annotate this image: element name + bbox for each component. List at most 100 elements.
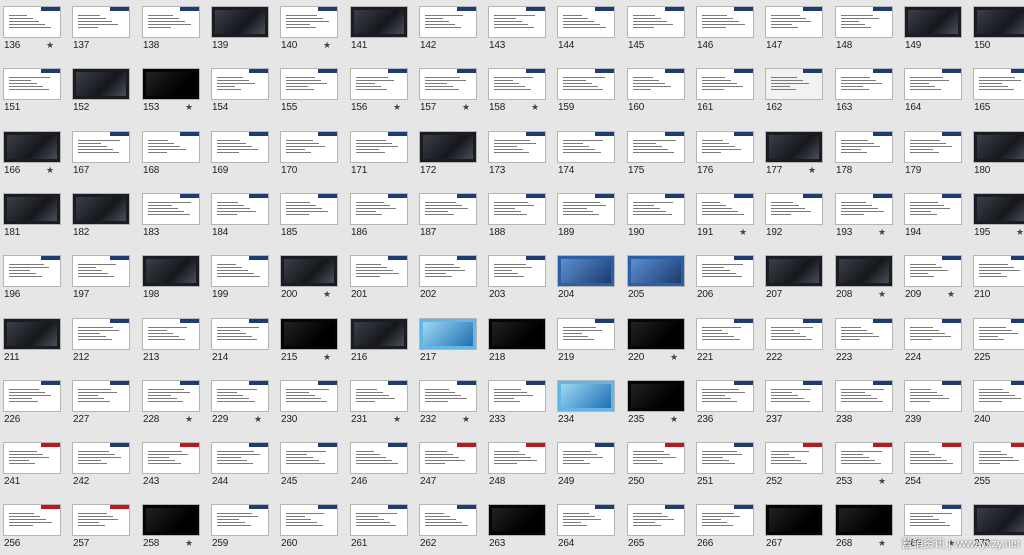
slide-preview[interactable]	[904, 318, 962, 350]
slide-thumbnail[interactable]: 137	[69, 0, 138, 57]
slide-thumbnail[interactable]: 233	[485, 374, 554, 431]
slide-preview[interactable]	[696, 131, 754, 163]
slide-preview[interactable]	[835, 6, 893, 38]
slide-preview[interactable]	[627, 380, 685, 412]
slide-preview[interactable]	[627, 131, 685, 163]
slide-preview[interactable]	[142, 6, 200, 38]
slide-thumbnail[interactable]: 149	[901, 0, 970, 57]
slide-preview[interactable]	[72, 380, 130, 412]
slide-thumbnail[interactable]: 266	[693, 498, 762, 555]
slide-thumbnail[interactable]: 186	[347, 187, 416, 244]
slide-thumbnail[interactable]: 261	[347, 498, 416, 555]
slide-preview[interactable]	[72, 255, 130, 287]
slide-thumbnail[interactable]: 238	[832, 374, 901, 431]
slide-thumbnail[interactable]: 252	[762, 436, 831, 493]
slide-preview[interactable]	[419, 255, 477, 287]
slide-preview[interactable]	[557, 504, 615, 536]
slide-thumbnail[interactable]: 177 ★	[762, 125, 831, 182]
slide-preview[interactable]	[3, 255, 61, 287]
slide-preview[interactable]	[973, 131, 1024, 163]
slide-preview[interactable]	[142, 131, 200, 163]
slide-thumbnail[interactable]: 241	[0, 436, 69, 493]
slide-thumbnail[interactable]: 150	[970, 0, 1024, 57]
slide-preview[interactable]	[696, 193, 754, 225]
slide-thumbnail[interactable]: 202	[416, 249, 485, 306]
slide-preview[interactable]	[488, 442, 546, 474]
slide-preview[interactable]	[557, 68, 615, 100]
slide-thumbnail[interactable]: 234	[554, 374, 623, 431]
slide-thumbnail[interactable]: 212	[69, 312, 138, 369]
slide-preview[interactable]	[488, 380, 546, 412]
slide-thumbnail[interactable]: 246	[347, 436, 416, 493]
slide-preview[interactable]	[350, 193, 408, 225]
slide-thumbnail[interactable]: 185	[277, 187, 346, 244]
slide-preview[interactable]	[557, 193, 615, 225]
slide-thumbnail[interactable]: 165	[970, 62, 1024, 119]
slide-thumbnail[interactable]: 247	[416, 436, 485, 493]
slide-preview[interactable]	[765, 6, 823, 38]
slide-preview[interactable]	[350, 68, 408, 100]
slide-preview[interactable]	[211, 504, 269, 536]
slide-thumbnail[interactable]: 144	[554, 0, 623, 57]
slide-thumbnail[interactable]: 249	[554, 436, 623, 493]
slide-preview[interactable]	[835, 318, 893, 350]
slide-preview[interactable]	[72, 68, 130, 100]
slide-preview[interactable]	[696, 255, 754, 287]
slide-preview[interactable]	[627, 6, 685, 38]
slide-thumbnail[interactable]: 142	[416, 0, 485, 57]
slide-thumbnail[interactable]: 237	[762, 374, 831, 431]
slide-thumbnail[interactable]: 176	[693, 125, 762, 182]
slide-thumbnail[interactable]: 188	[485, 187, 554, 244]
slide-thumbnail[interactable]: 162	[762, 62, 831, 119]
slide-thumbnail[interactable]: 226	[0, 374, 69, 431]
slide-thumbnail[interactable]: 160	[624, 62, 693, 119]
slide-preview[interactable]	[280, 193, 338, 225]
slide-preview[interactable]	[280, 504, 338, 536]
slide-thumbnail[interactable]: 193 ★	[832, 187, 901, 244]
slide-thumbnail[interactable]: 154	[208, 62, 277, 119]
slide-preview[interactable]	[973, 504, 1024, 536]
slide-preview[interactable]	[350, 442, 408, 474]
slide-preview[interactable]	[350, 504, 408, 536]
slide-thumbnail[interactable]: 209 ★	[901, 249, 970, 306]
slide-thumbnail[interactable]: 171	[347, 125, 416, 182]
slide-preview[interactable]	[765, 193, 823, 225]
slide-thumbnail[interactable]: 221	[693, 312, 762, 369]
slide-preview[interactable]	[419, 504, 477, 536]
slide-thumbnail[interactable]: 268 ★	[832, 498, 901, 555]
slide-preview[interactable]	[904, 68, 962, 100]
slide-thumbnail[interactable]: 179	[901, 125, 970, 182]
slide-preview[interactable]	[973, 6, 1024, 38]
slide-preview[interactable]	[765, 318, 823, 350]
slide-thumbnail[interactable]: 147	[762, 0, 831, 57]
slide-preview[interactable]	[696, 68, 754, 100]
slide-thumbnail[interactable]: 257	[69, 498, 138, 555]
slide-preview[interactable]	[973, 318, 1024, 350]
slide-thumbnail[interactable]: 196	[0, 249, 69, 306]
slide-preview[interactable]	[211, 255, 269, 287]
slide-thumbnail[interactable]: 231 ★	[347, 374, 416, 431]
slide-preview[interactable]	[904, 6, 962, 38]
slide-thumbnail[interactable]: 190	[624, 187, 693, 244]
slide-thumbnail[interactable]: 152	[69, 62, 138, 119]
slide-thumbnail[interactable]: 199	[208, 249, 277, 306]
slide-preview[interactable]	[419, 68, 477, 100]
slide-thumbnail[interactable]: 216	[347, 312, 416, 369]
slide-thumbnail[interactable]: 217	[416, 312, 485, 369]
slide-thumbnail[interactable]: 182	[69, 187, 138, 244]
slide-thumbnail[interactable]: 181	[0, 187, 69, 244]
slide-thumbnail[interactable]: 203	[485, 249, 554, 306]
slide-preview[interactable]	[696, 380, 754, 412]
slide-preview[interactable]	[419, 193, 477, 225]
slide-preview[interactable]	[419, 380, 477, 412]
slide-preview[interactable]	[350, 380, 408, 412]
slide-thumbnail[interactable]: 240	[970, 374, 1024, 431]
slide-preview[interactable]	[211, 6, 269, 38]
slide-preview[interactable]	[488, 318, 546, 350]
slide-thumbnail[interactable]: 169	[208, 125, 277, 182]
slide-thumbnail[interactable]: 201	[347, 249, 416, 306]
slide-preview[interactable]	[280, 6, 338, 38]
slide-preview[interactable]	[211, 131, 269, 163]
slide-preview[interactable]	[3, 504, 61, 536]
slide-preview[interactable]	[3, 380, 61, 412]
